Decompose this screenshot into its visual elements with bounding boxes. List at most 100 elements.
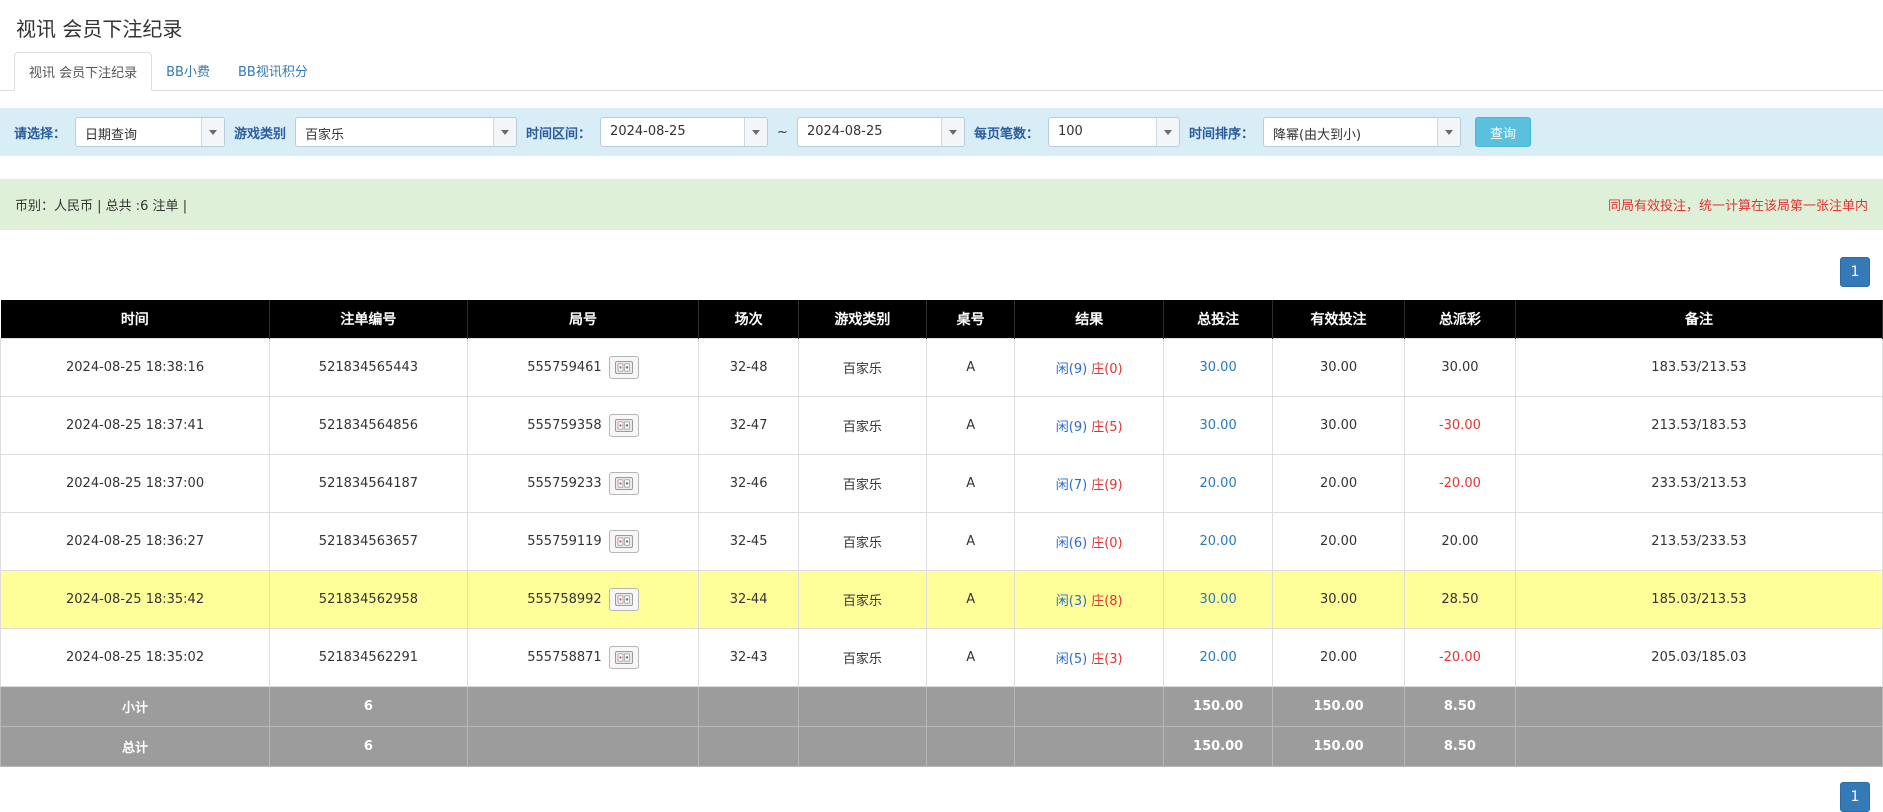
total-bet-link[interactable]: 30.00 — [1200, 360, 1237, 375]
per-page-label: 每页笔数： — [974, 123, 1039, 142]
currency-summary: 币别：人民币 | 总共 :6 注单 | — [15, 195, 187, 214]
per-page-select[interactable]: 100 — [1048, 117, 1180, 147]
chevron-down-icon[interactable] — [1437, 118, 1460, 146]
table-row: 2024-08-25 18:35:02 521834562291 5557588… — [1, 629, 1883, 687]
cell-table-no: A — [926, 571, 1014, 629]
cell-total-bet: 20.00 — [1164, 455, 1273, 513]
column-header-valid-bet: 有效投注 — [1273, 300, 1405, 339]
total-bet-link[interactable]: 20.00 — [1200, 476, 1237, 491]
total-bet-link[interactable]: 20.00 — [1200, 650, 1237, 665]
cell-payout: -30.00 — [1404, 397, 1515, 455]
result-banker: 庄(9) — [1091, 478, 1122, 493]
filter-bar: 请选择： 日期查询 游戏类别 百家乐 时间区间： 2024-08-25 ~ 20… — [0, 108, 1883, 156]
cell-table-no: A — [926, 397, 1014, 455]
column-header-round-id: 局号 — [467, 300, 698, 339]
subtotal-count: 6 — [270, 687, 468, 727]
chevron-down-icon[interactable] — [744, 118, 767, 146]
tab-label: BB小费 — [166, 65, 210, 80]
game-replay-icon[interactable] — [609, 414, 639, 437]
game-type-select[interactable]: 百家乐 — [295, 117, 517, 147]
cell-result: 闲(9) 庄(5) — [1015, 397, 1164, 455]
tab-betting-records[interactable]: 视讯 会员下注纪录 — [14, 52, 152, 91]
date-to-select[interactable]: 2024-08-25 — [797, 117, 965, 147]
cell-valid-bet: 30.00 — [1273, 397, 1405, 455]
total-total-bet: 150.00 — [1164, 727, 1273, 767]
subtotal-total-bet: 150.00 — [1164, 687, 1273, 727]
cell-table-no: A — [926, 455, 1014, 513]
cell-valid-bet: 30.00 — [1273, 571, 1405, 629]
cell-time: 2024-08-25 18:36:27 — [1, 513, 270, 571]
cell-time: 2024-08-25 18:37:00 — [1, 455, 270, 513]
round-id-value: 555759233 — [527, 476, 601, 491]
cell-note: 205.03/185.03 — [1515, 629, 1882, 687]
result-player: 闲(6) — [1056, 536, 1087, 551]
table-row: 2024-08-25 18:36:27 521834563657 5557591… — [1, 513, 1883, 571]
tab-bb-tips[interactable]: BB小费 — [152, 52, 224, 91]
cell-note: 213.53/233.53 — [1515, 513, 1882, 571]
cell-round-id: 555758992 — [467, 571, 698, 629]
query-type-value: 日期查询 — [76, 118, 201, 146]
cell-payout: -20.00 — [1404, 455, 1515, 513]
cell-payout: 20.00 — [1404, 513, 1515, 571]
total-count: 6 — [270, 727, 468, 767]
cell-result: 闲(5)庄(3) — [1015, 629, 1164, 687]
total-payout: 8.50 — [1404, 727, 1515, 767]
total-bet-link[interactable]: 20.00 — [1200, 534, 1237, 549]
cell-game-type: 百家乐 — [798, 397, 926, 455]
result-player: 闲(7) — [1056, 478, 1087, 493]
page-root: 视讯 会员下注纪录 视讯 会员下注纪录 BB小费 BB视讯积分 请选择： 日期查… — [0, 0, 1883, 812]
column-header-game-type: 游戏类别 — [798, 300, 926, 339]
chevron-down-icon[interactable] — [941, 118, 964, 146]
round-id-value: 555759358 — [527, 418, 601, 433]
sort-order-label: 时间排序： — [1189, 123, 1254, 142]
game-replay-icon[interactable] — [609, 530, 639, 553]
page-button[interactable]: 1 — [1840, 257, 1870, 287]
total-bet-link[interactable]: 30.00 — [1200, 592, 1237, 607]
chevron-down-icon[interactable] — [493, 118, 516, 146]
cell-game-type: 百家乐 — [798, 513, 926, 571]
cell-game-type: 百家乐 — [798, 455, 926, 513]
cell-result: 闲(9)庄(0) — [1015, 339, 1164, 397]
chevron-down-icon[interactable] — [1156, 118, 1179, 146]
date-from-select[interactable]: 2024-08-25 — [600, 117, 768, 147]
page-title: 视讯 会员下注纪录 — [0, 0, 1883, 52]
bets-table: 时间 注单编号 局号 场次 游戏类别 桌号 结果 总投注 有效投注 总派彩 备注… — [0, 300, 1883, 767]
tab-label: 视讯 会员下注纪录 — [29, 66, 137, 81]
column-header-payout: 总派彩 — [1404, 300, 1515, 339]
result-banker: 庄(5) — [1091, 420, 1122, 435]
cell-bet-id: 521834562291 — [270, 629, 468, 687]
cell-valid-bet: 20.00 — [1273, 455, 1405, 513]
subtotal-payout: 8.50 — [1404, 687, 1515, 727]
cell-result: 闲(6)庄(0) — [1015, 513, 1164, 571]
game-replay-icon[interactable] — [609, 356, 639, 379]
tab-bb-video-points[interactable]: BB视讯积分 — [224, 52, 322, 91]
column-header-note: 备注 — [1515, 300, 1882, 339]
total-row: 总计 6 150.00 150.00 8.50 — [1, 727, 1883, 767]
cell-round-id: 555759233 — [467, 455, 698, 513]
game-replay-icon[interactable] — [609, 646, 639, 669]
query-type-select[interactable]: 日期查询 — [75, 117, 225, 147]
search-button[interactable]: 查询 — [1475, 117, 1531, 147]
sort-order-select[interactable]: 降幂(由大到小) — [1263, 117, 1461, 147]
cell-table-no: A — [926, 339, 1014, 397]
cell-result: 闲(3) 庄(8) — [1015, 571, 1164, 629]
chevron-down-icon[interactable] — [201, 118, 224, 146]
game-replay-icon[interactable] — [609, 588, 639, 611]
tab-bar: 视讯 会员下注纪录 BB小费 BB视讯积分 — [0, 52, 1883, 91]
game-type-value: 百家乐 — [296, 118, 493, 146]
cell-bet-id: 521834564856 — [270, 397, 468, 455]
total-bet-link[interactable]: 30.00 — [1200, 418, 1237, 433]
result-player: 闲(9) — [1056, 420, 1087, 435]
game-replay-icon[interactable] — [609, 472, 639, 495]
page-button[interactable]: 1 — [1840, 782, 1870, 812]
round-id-value: 555759119 — [527, 534, 601, 549]
total-valid-bet: 150.00 — [1273, 727, 1405, 767]
cell-time: 2024-08-25 18:35:42 — [1, 571, 270, 629]
result-player: 闲(3) — [1056, 594, 1087, 609]
cell-bet-id: 521834563657 — [270, 513, 468, 571]
notice-text: 同局有效投注，统一计算在该局第一张注单内 — [1608, 195, 1868, 214]
table-row: 2024-08-25 18:38:16 521834565443 5557594… — [1, 339, 1883, 397]
cell-bet-id: 521834562958 — [270, 571, 468, 629]
result-banker: 庄(8) — [1091, 594, 1122, 609]
table-header-row: 时间 注单编号 局号 场次 游戏类别 桌号 结果 总投注 有效投注 总派彩 备注 — [1, 300, 1883, 339]
